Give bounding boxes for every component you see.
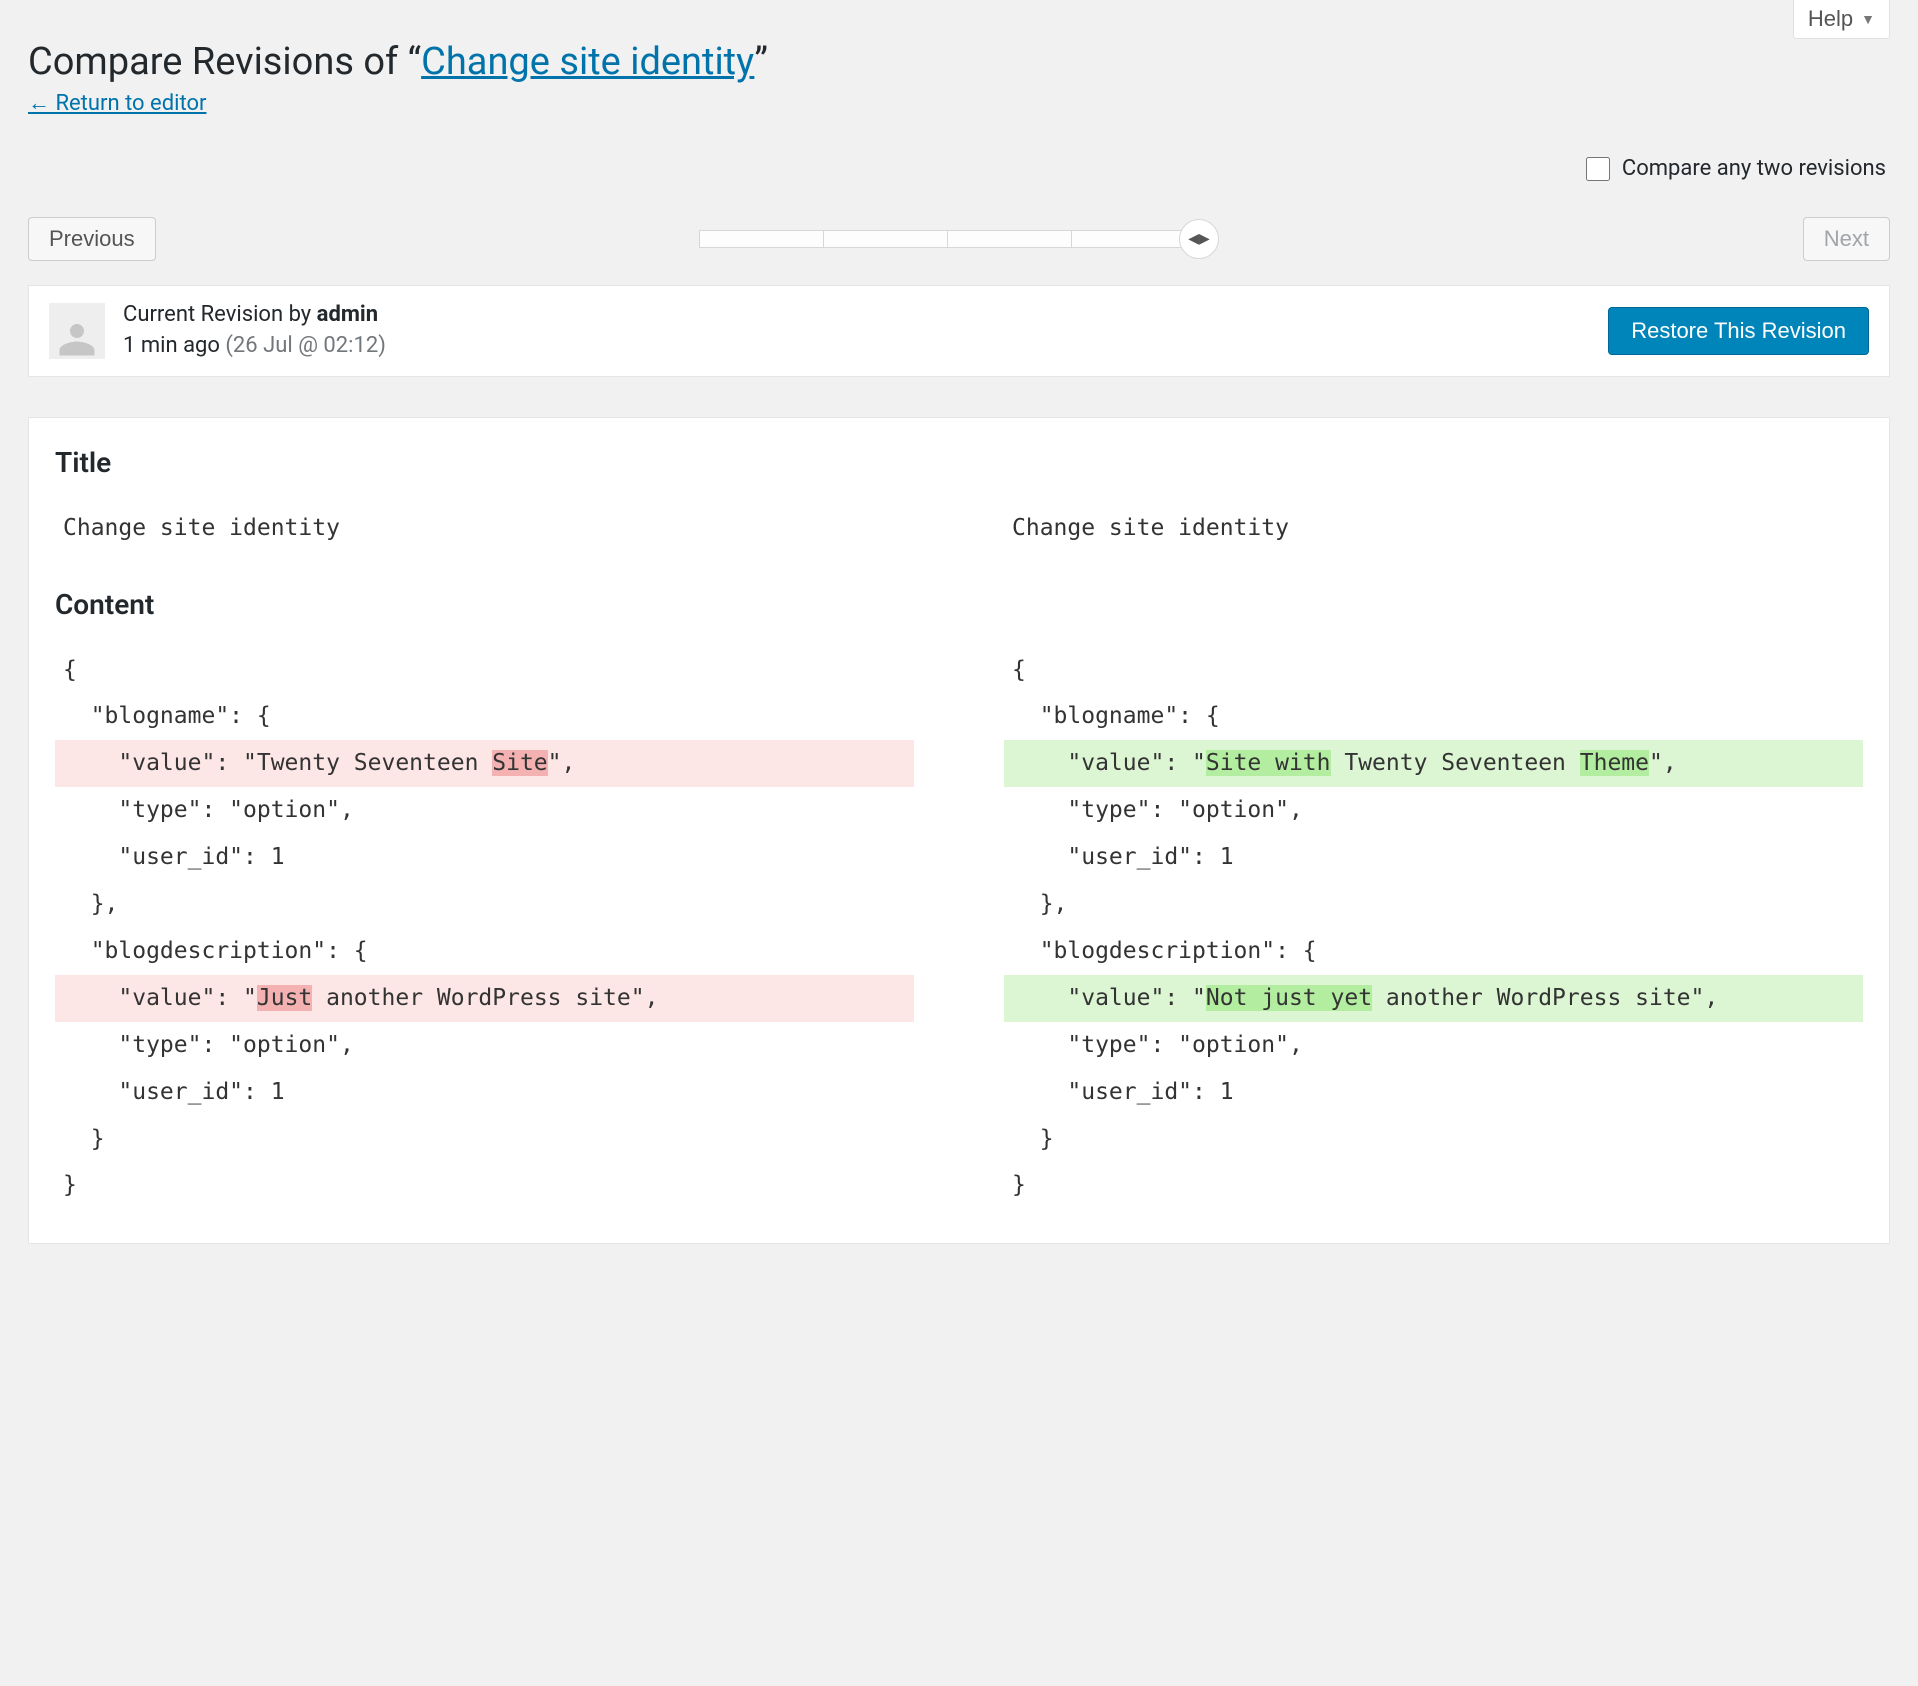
- user-icon: [56, 317, 98, 359]
- post-link[interactable]: Change site identity: [421, 40, 754, 84]
- revision-timestamp: (26 Jul @ 02:12): [225, 333, 385, 358]
- next-revision-button: Next: [1803, 217, 1890, 261]
- slider-arrows-icon: ◀▶: [1188, 231, 1210, 247]
- slider-segment: [824, 231, 948, 247]
- code-line: "blogname": {: [55, 693, 914, 740]
- code-line-deleted: "value": "Just another WordPress site",: [55, 975, 914, 1022]
- compare-checkbox[interactable]: [1586, 157, 1610, 181]
- revision-by-prefix: Current Revision by: [123, 302, 317, 327]
- revision-ago: 1 min ago: [123, 333, 225, 358]
- code-line: "blogname": {: [1004, 693, 1863, 740]
- code-line: "user_id": 1: [1004, 834, 1863, 881]
- code-line: "type": "option",: [1004, 1022, 1863, 1069]
- restore-revision-button[interactable]: Restore This Revision: [1608, 307, 1869, 355]
- code-line: "user_id": 1: [55, 834, 914, 881]
- code-line: },: [1004, 881, 1863, 928]
- slider-segment: [1072, 231, 1196, 247]
- chevron-down-icon: ▼: [1861, 11, 1875, 27]
- slider-segment: [948, 231, 1072, 247]
- revision-time-line: 1 min ago (26 Jul @ 02:12): [123, 331, 386, 362]
- code-line: "blogdescription": {: [55, 928, 914, 975]
- help-label: Help: [1808, 6, 1853, 32]
- revision-author: admin: [317, 302, 378, 327]
- code-line-added: "value": "Site with Twenty Seventeen The…: [1004, 740, 1863, 787]
- revision-slider-track[interactable]: [699, 230, 1197, 248]
- revision-meta-bar: Current Revision by admin 1 min ago (26 …: [28, 285, 1890, 377]
- code-line: }: [1004, 1162, 1863, 1209]
- title-right: Change site identity: [1004, 505, 1863, 552]
- code-line-deleted: "value": "Twenty Seventeen Site",: [55, 740, 914, 787]
- code-line: }: [1004, 1116, 1863, 1163]
- code-line: "user_id": 1: [1004, 1069, 1863, 1116]
- code-line: },: [55, 881, 914, 928]
- return-to-editor-link[interactable]: ← Return to editor: [28, 91, 206, 116]
- previous-revision-button[interactable]: Previous: [28, 217, 156, 261]
- revision-slider-handle[interactable]: ◀▶: [1179, 219, 1219, 259]
- code-line: "user_id": 1: [55, 1069, 914, 1116]
- page-title-prefix: Compare Revisions of “: [28, 40, 421, 84]
- avatar: [49, 303, 105, 359]
- page-title: Compare Revisions of “Change site identi…: [28, 40, 1890, 84]
- code-line: {: [1004, 647, 1863, 694]
- title-left-text: Change site identity: [55, 505, 914, 552]
- compare-any-two-toggle[interactable]: Compare any two revisions: [1586, 156, 1886, 181]
- code-line: "type": "option",: [55, 1022, 914, 1069]
- code-line: "type": "option",: [55, 787, 914, 834]
- code-line: }: [55, 1116, 914, 1163]
- diff-heading-title: Title: [55, 446, 1863, 479]
- diff-container: Title Change site identity Change site i…: [28, 417, 1890, 1245]
- code-line: {: [55, 647, 914, 694]
- slider-segment: [700, 231, 824, 247]
- content-right: { "blogname": { "value": "Site with Twen…: [1004, 647, 1863, 1210]
- title-left: Change site identity: [55, 505, 914, 552]
- diff-heading-content: Content: [55, 588, 1863, 621]
- code-line: }: [55, 1162, 914, 1209]
- revision-author-line: Current Revision by admin: [123, 300, 386, 331]
- code-line: "blogdescription": {: [1004, 928, 1863, 975]
- title-right-text: Change site identity: [1004, 505, 1863, 552]
- content-left: { "blogname": { "value": "Twenty Sevente…: [55, 647, 914, 1210]
- page-title-suffix: ”: [754, 40, 768, 84]
- code-line: "type": "option",: [1004, 787, 1863, 834]
- compare-label: Compare any two revisions: [1622, 156, 1886, 181]
- help-tab[interactable]: Help ▼: [1793, 0, 1890, 39]
- code-line-added: "value": "Not just yet another WordPress…: [1004, 975, 1863, 1022]
